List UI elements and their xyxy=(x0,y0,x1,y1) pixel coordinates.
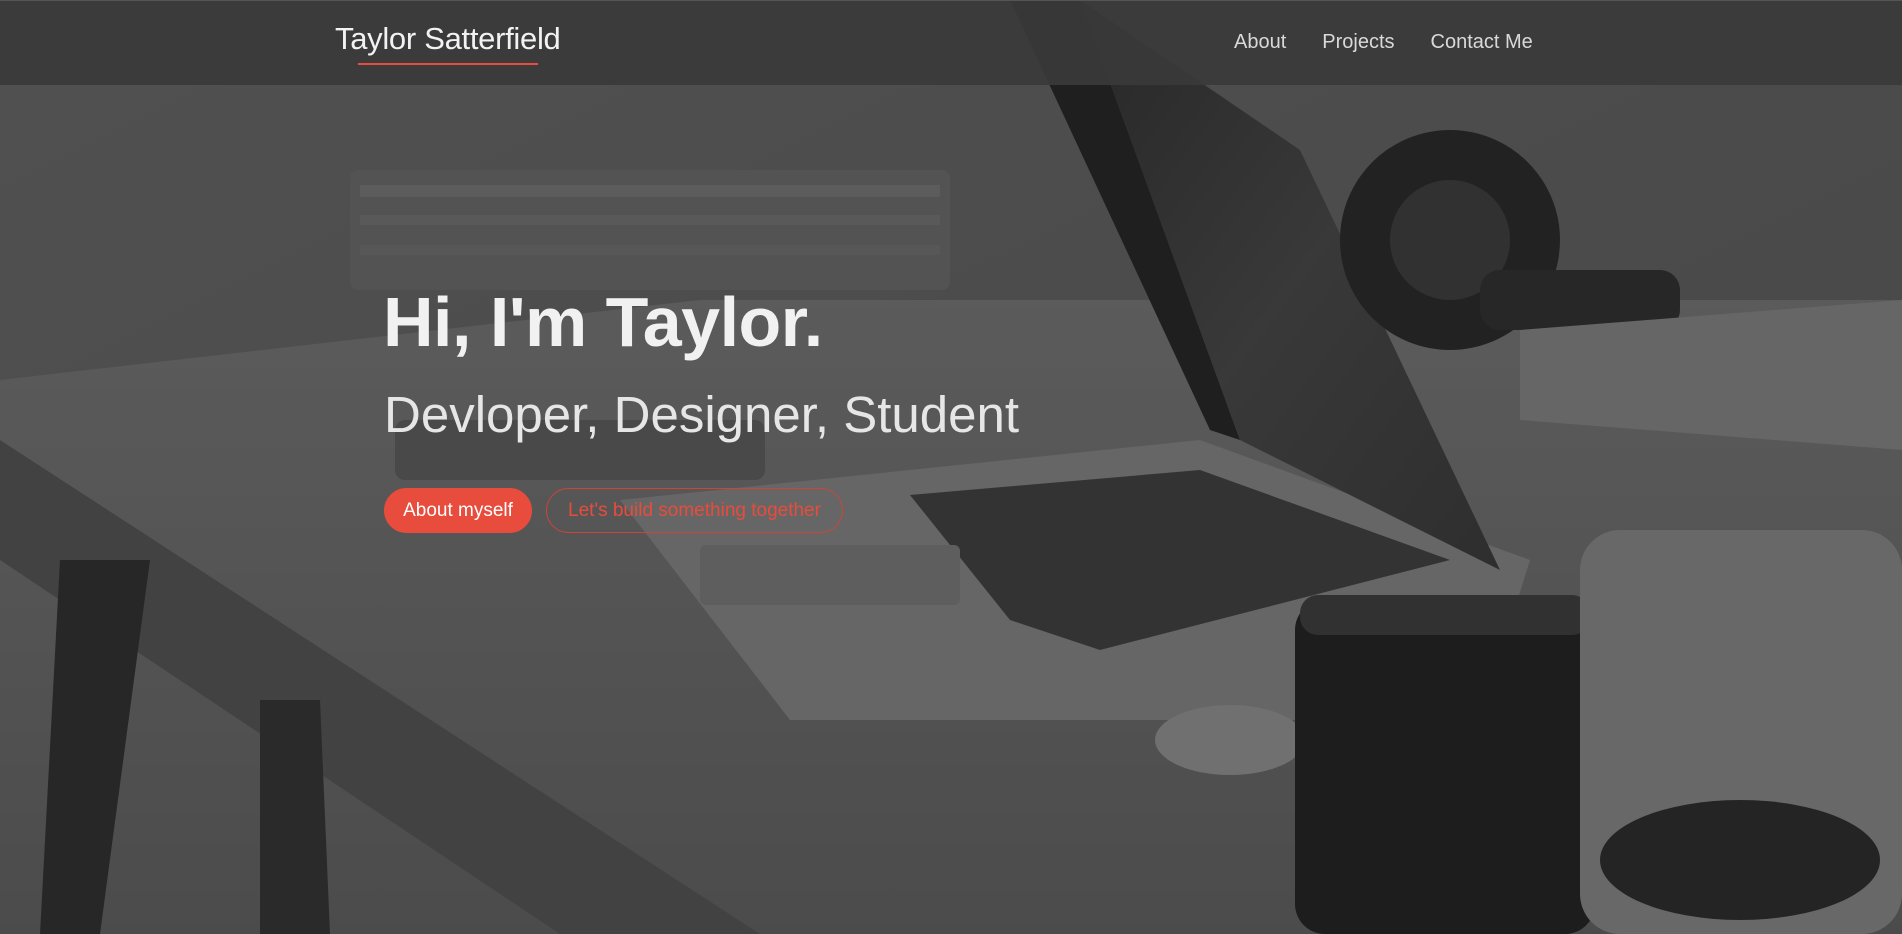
top-navbar: Taylor Satterfield About Projects Contac… xyxy=(0,0,1902,85)
brand-underline xyxy=(358,63,538,65)
nav-link-contact[interactable]: Contact Me xyxy=(1431,31,1533,54)
hero-dark-overlay xyxy=(0,0,1902,934)
brand-logo-link[interactable]: Taylor Satterfield xyxy=(335,21,561,57)
build-together-button[interactable]: Let's build something together xyxy=(546,488,843,533)
hero-title: Hi, I'm Taylor. xyxy=(383,283,823,361)
hero-subtitle: Devloper, Designer, Student xyxy=(384,386,1020,443)
about-myself-button[interactable]: About myself xyxy=(384,488,532,533)
nav-links: About Projects Contact Me xyxy=(1234,31,1533,54)
nav-link-about[interactable]: About xyxy=(1234,31,1286,54)
nav-link-projects[interactable]: Projects xyxy=(1322,31,1394,54)
